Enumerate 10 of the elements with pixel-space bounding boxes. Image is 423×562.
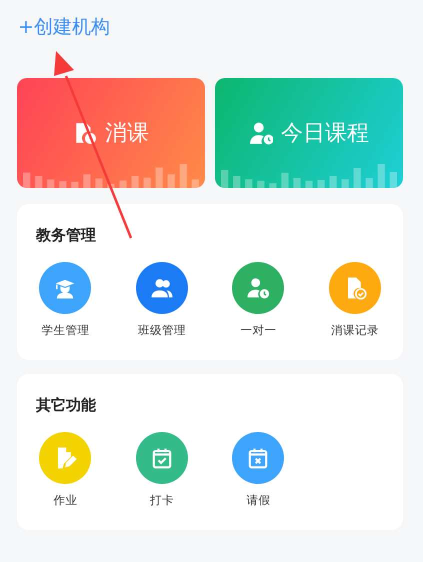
feature-button[interactable]: 一对一 (210, 262, 306, 338)
section-title: 其它功能 (35, 395, 97, 416)
feature-button[interactable]: 班级管理 (114, 262, 210, 338)
feature-button[interactable]: 作业 (17, 432, 114, 508)
feature-button[interactable]: 学生管理 (17, 262, 114, 338)
user-clock-icon (249, 121, 273, 145)
feature-button[interactable]: 打卡 (114, 432, 210, 508)
feature-button[interactable]: 消课记录 (306, 262, 403, 338)
feature-button[interactable]: 请假 (210, 432, 306, 508)
section-title: 教务管理 (34, 225, 97, 246)
